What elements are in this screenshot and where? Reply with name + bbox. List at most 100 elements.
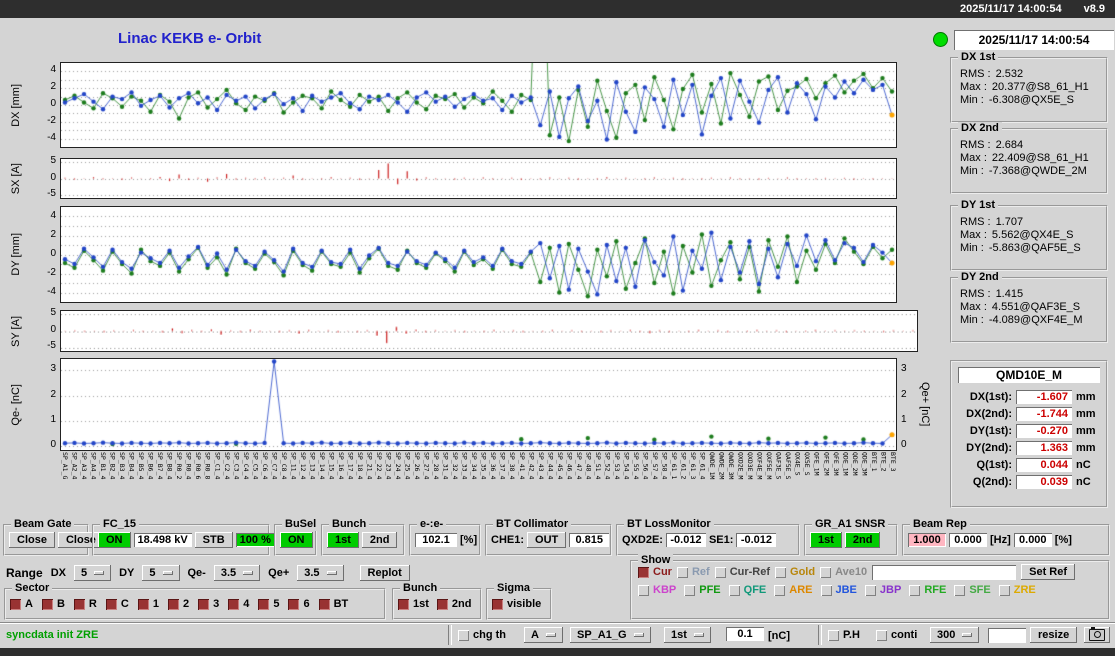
conti-toggle[interactable]: conti (876, 629, 917, 641)
checkbox-indicator (774, 584, 786, 596)
toggle-ave10[interactable]: Ave10 (820, 566, 867, 578)
beam-gate-close-1-button[interactable]: Close (9, 532, 55, 548)
toggle-zre[interactable]: ZRE (998, 584, 1036, 596)
fc15-stb-button[interactable]: STB (194, 532, 233, 548)
gr-a1-2nd-button[interactable]: 2nd (844, 532, 881, 548)
bottom-strip (0, 648, 1115, 656)
range-dx-select[interactable]: 5 (73, 565, 112, 581)
bpm-x-label: QXD3E_M (746, 452, 755, 480)
bpm-x-label: SP_57_4 (650, 452, 659, 480)
bunch-1st-button[interactable]: 1st (327, 532, 359, 548)
bpm-x-label: SP_53_4 (612, 452, 621, 480)
bunch-group: Bunch 1st 2nd (392, 582, 482, 620)
toggle-1st[interactable]: 1st (398, 598, 429, 610)
toggle-kbp[interactable]: KBP (638, 584, 676, 596)
toggle-2nd[interactable]: 2nd (436, 598, 471, 610)
toggle-bt[interactable]: BT (318, 598, 348, 610)
bpm-x-label: SP_61_1 (670, 452, 678, 480)
device-select[interactable]: SP_A1_G (570, 627, 651, 643)
toggle-gold[interactable]: Gold (775, 566, 815, 578)
y-tick-label: 0 (50, 171, 56, 183)
range-qe-plus-select[interactable]: 3.5 (297, 565, 344, 581)
topbar-datetime: 2025/11/17 14:00:54 (960, 3, 1062, 15)
stat-box-dx-2nd: DX 2nd RMS : 2.684 Max : 22.409@S8_61_H1 M… (950, 122, 1108, 194)
checkbox-indicator (676, 566, 688, 578)
toggle-qfe[interactable]: QFE (728, 584, 766, 596)
replot-button[interactable]: Replot (359, 565, 410, 581)
checkbox-label: C (120, 598, 129, 610)
checkbox-indicator (820, 566, 832, 578)
toggle-a[interactable]: A (10, 598, 33, 610)
bpm-x-label: QWDE_2M (717, 452, 726, 480)
toggle-jbe[interactable]: JBE (820, 584, 857, 596)
bunch-2nd-button[interactable]: 2nd (361, 532, 398, 548)
stat-box-dx-1st: DX 1st RMS : 2.532 Max : 20.377@S8_61_H1 M… (950, 51, 1108, 123)
checkbox-indicator (775, 566, 787, 578)
option-menu-indicator (94, 571, 105, 575)
sector-select[interactable]: A (524, 627, 563, 643)
bpm-x-label: SP_15_4 (327, 452, 336, 480)
range-qe-minus-select[interactable]: 3.5 (213, 565, 261, 581)
toggle-4[interactable]: 4 (228, 598, 249, 610)
monitor-row-label: Q(1st): (976, 458, 1012, 471)
gr-a1-1st-button[interactable]: 1st (810, 532, 842, 548)
bpm-x-label: SP_47_4 (574, 452, 583, 480)
checkbox-label: R (88, 598, 97, 610)
toggle-are[interactable]: ARE (774, 584, 813, 596)
toggle-b[interactable]: B (41, 598, 65, 610)
toggle-ref[interactable]: Ref (676, 566, 710, 578)
fc15-kv-display: 18.498 kV (133, 533, 192, 547)
bpm-x-label: SP_C2_4 (222, 452, 231, 480)
fc15-on-button[interactable]: ON (98, 532, 131, 548)
sx-chart: SX [A] 5 0 -5 (8, 155, 897, 199)
bpm-x-label: SP_32_4 (451, 452, 460, 480)
toggle-cur-ref[interactable]: Cur-Ref (714, 566, 770, 578)
bpm-x-label: QAF3E_S (774, 452, 783, 480)
toggle-c[interactable]: C (105, 598, 129, 610)
checkbox-label: B (56, 598, 65, 610)
toggle-sfe[interactable]: SFE (954, 584, 991, 596)
toggle-1[interactable]: 1 (137, 598, 159, 610)
bpm-x-label: SP_61_4 (698, 452, 707, 480)
checkbox-indicator (638, 566, 649, 578)
range-dy-select[interactable]: 5 (142, 565, 180, 581)
option-menu-indicator (326, 571, 337, 575)
range-label: Range (6, 566, 43, 580)
toggle-jbp[interactable]: JBP (864, 584, 901, 596)
ref-file-input[interactable] (872, 564, 1017, 580)
bpm-x-label: SP_43_4 (536, 452, 545, 480)
toggle-2[interactable]: 2 (167, 598, 189, 610)
checkbox-indicator (436, 598, 448, 610)
chg-th-toggle[interactable]: chg th (458, 629, 506, 641)
toggle-cur[interactable]: Cur (638, 566, 672, 578)
toggle-r[interactable]: R (73, 598, 97, 610)
aux-input[interactable] (988, 628, 1026, 643)
toggle-pfe[interactable]: PFE (684, 584, 721, 596)
threshold-input[interactable]: 0.1 (726, 627, 764, 641)
monitor-row-value: 0.044 (1016, 457, 1072, 472)
screenshot-button[interactable] (1084, 627, 1110, 644)
bunch-order-select[interactable]: 1st (664, 627, 711, 643)
set-ref-button[interactable]: Set Ref (1021, 564, 1076, 580)
min-value: -4.089@QXF4E_M (988, 314, 1083, 326)
rms-value: 2.532 (995, 68, 1024, 80)
bpm-x-label: SP_B7_4 (156, 452, 165, 480)
bpm-x-label: SP_C5_4 (251, 452, 260, 480)
interval-select[interactable]: 300 (930, 627, 980, 643)
ph-toggle[interactable]: P.H (828, 629, 860, 641)
beam-status-indicator (933, 32, 948, 47)
toggle-visible[interactable]: visible (492, 598, 541, 610)
toggle-5[interactable]: 5 (258, 598, 279, 610)
y-tick-label: 3 (50, 363, 56, 375)
checkbox-indicator (864, 584, 876, 596)
che1-out-button[interactable]: OUT (527, 532, 567, 548)
application-window: 2025/11/17 14:00:54 v8.9 Linac KEKB e- O… (0, 0, 1115, 656)
y-tick-label: 2 (50, 81, 56, 93)
toggle-rfe[interactable]: RFE (909, 584, 946, 596)
resize-button[interactable]: resize (1030, 627, 1078, 643)
toggle-6[interactable]: 6 (288, 598, 310, 610)
busel-on-button[interactable]: ON (280, 532, 313, 548)
checkbox-label: ARE (789, 584, 813, 596)
dx-axis-title: DX [mm] (10, 83, 22, 127)
toggle-3[interactable]: 3 (198, 598, 219, 610)
